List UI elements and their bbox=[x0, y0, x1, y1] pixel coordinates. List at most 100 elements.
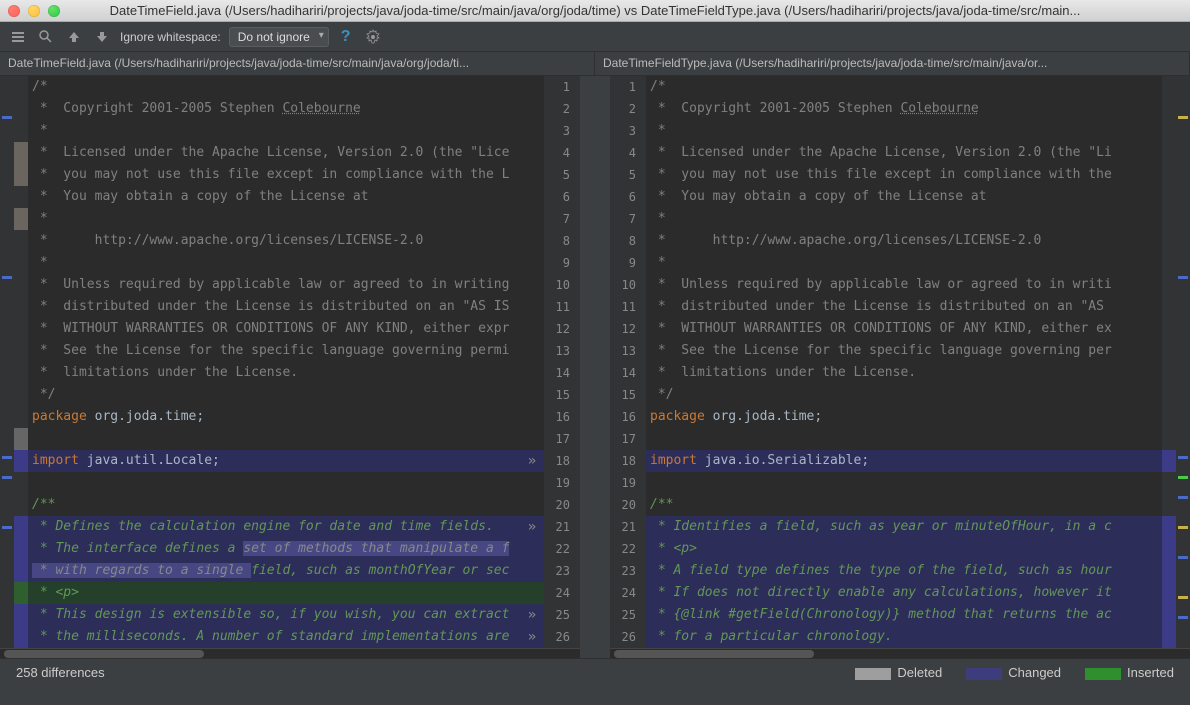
code-line[interactable]: /** bbox=[28, 494, 544, 516]
code-line[interactable]: * The interface defines a set of methods… bbox=[28, 538, 544, 560]
left-hscroll[interactable] bbox=[0, 648, 580, 658]
overview-mark[interactable] bbox=[2, 526, 12, 529]
code-line[interactable]: * This design is extensible so, if you w… bbox=[28, 604, 544, 626]
merge-right-arrow[interactable]: » bbox=[522, 451, 542, 471]
code-line[interactable]: * bbox=[646, 208, 1162, 230]
close-window-button[interactable] bbox=[8, 5, 20, 17]
settings-button[interactable] bbox=[363, 27, 383, 47]
code-line[interactable]: * Licensed under the Apache License, Ver… bbox=[28, 142, 544, 164]
code-line[interactable]: * Licensed under the Apache License, Ver… bbox=[646, 142, 1162, 164]
scrollbar-thumb[interactable] bbox=[614, 650, 814, 658]
inserted-swatch bbox=[1085, 668, 1121, 680]
line-number: 8 bbox=[544, 230, 574, 252]
left-editor[interactable]: /* * Copyright 2001-2005 Stephen Colebou… bbox=[28, 76, 544, 648]
overview-mark[interactable] bbox=[1178, 526, 1188, 529]
code-line[interactable]: * http://www.apache.org/licenses/LICENSE… bbox=[28, 230, 544, 252]
zoom-window-button[interactable] bbox=[48, 5, 60, 17]
gutter-mark bbox=[14, 208, 28, 230]
code-line[interactable]: * limitations under the License. bbox=[646, 362, 1162, 384]
code-line[interactable]: * you may not use this file except in co… bbox=[646, 164, 1162, 186]
overview-mark[interactable] bbox=[2, 276, 12, 279]
line-number: 19 bbox=[610, 472, 640, 494]
overview-mark[interactable] bbox=[1178, 496, 1188, 499]
code-line[interactable]: * You may obtain a copy of the License a… bbox=[646, 186, 1162, 208]
code-line[interactable]: */ bbox=[646, 384, 1162, 406]
code-line[interactable]: * WITHOUT WARRANTIES OR CONDITIONS OF AN… bbox=[646, 318, 1162, 340]
code-line[interactable]: * limitations under the License. bbox=[28, 362, 544, 384]
code-line[interactable]: */ bbox=[28, 384, 544, 406]
code-line[interactable]: * distributed under the License is distr… bbox=[28, 296, 544, 318]
overview-mark[interactable] bbox=[1178, 616, 1188, 619]
overview-mark[interactable] bbox=[1178, 556, 1188, 559]
code-line[interactable]: * bbox=[646, 120, 1162, 142]
collapse-all-button[interactable] bbox=[8, 27, 28, 47]
left-marker-gutter[interactable] bbox=[0, 76, 14, 648]
gutter-mark bbox=[1162, 384, 1176, 406]
code-line[interactable]: package org.joda.time; bbox=[646, 406, 1162, 428]
legend-changed: Changed bbox=[966, 665, 1061, 680]
overview-mark[interactable] bbox=[2, 116, 12, 119]
overview-mark[interactable] bbox=[2, 476, 12, 479]
code-line[interactable]: package org.joda.time; bbox=[28, 406, 544, 428]
code-line[interactable]: * {@link #getField(Chronology)} method t… bbox=[646, 604, 1162, 626]
deleted-swatch bbox=[855, 668, 891, 680]
gutter-mark bbox=[1162, 142, 1176, 164]
merge-right-arrow[interactable]: » bbox=[522, 627, 542, 647]
code-line[interactable]: * See the License for the specific langu… bbox=[28, 340, 544, 362]
code-line[interactable]: * You may obtain a copy of the License a… bbox=[28, 186, 544, 208]
code-line[interactable]: * bbox=[28, 120, 544, 142]
code-line[interactable]: * for a particular chronology. bbox=[646, 626, 1162, 648]
find-button[interactable] bbox=[36, 27, 56, 47]
code-line[interactable]: * See the License for the specific langu… bbox=[646, 340, 1162, 362]
line-number: 12 bbox=[544, 318, 574, 340]
code-line[interactable]: import java.util.Locale; bbox=[28, 450, 544, 472]
code-line[interactable]: * Unless required by applicable law or a… bbox=[28, 274, 544, 296]
overview-mark[interactable] bbox=[2, 456, 12, 459]
scrollbar-thumb[interactable] bbox=[4, 650, 204, 658]
right-hscroll[interactable] bbox=[610, 648, 1190, 658]
code-line[interactable]: * http://www.apache.org/licenses/LICENSE… bbox=[646, 230, 1162, 252]
right-marker-gutter[interactable] bbox=[1176, 76, 1190, 648]
code-line[interactable]: * Unless required by applicable law or a… bbox=[646, 274, 1162, 296]
code-line[interactable]: /* bbox=[28, 76, 544, 98]
code-line[interactable]: import java.io.Serializable; bbox=[646, 450, 1162, 472]
code-line[interactable]: * Identifies a field, such as year or mi… bbox=[646, 516, 1162, 538]
code-line[interactable] bbox=[646, 472, 1162, 494]
code-line[interactable]: * the milliseconds. A number of standard… bbox=[28, 626, 544, 648]
right-editor[interactable]: /* * Copyright 2001-2005 Stephen Colebou… bbox=[646, 76, 1162, 648]
prev-diff-button[interactable] bbox=[64, 27, 84, 47]
minimize-window-button[interactable] bbox=[28, 5, 40, 17]
overview-mark[interactable] bbox=[1178, 456, 1188, 459]
code-line[interactable]: * If does not directly enable any calcul… bbox=[646, 582, 1162, 604]
code-line[interactable]: /** bbox=[646, 494, 1162, 516]
code-line[interactable]: * bbox=[28, 208, 544, 230]
merge-right-arrow[interactable]: » bbox=[522, 605, 542, 625]
gutter-mark bbox=[1162, 340, 1176, 362]
code-line[interactable]: * you may not use this file except in co… bbox=[28, 164, 544, 186]
line-number: 3 bbox=[610, 120, 640, 142]
code-line[interactable]: * A field type defines the type of the f… bbox=[646, 560, 1162, 582]
code-line[interactable]: * WITHOUT WARRANTIES OR CONDITIONS OF AN… bbox=[28, 318, 544, 340]
overview-mark[interactable] bbox=[1178, 276, 1188, 279]
code-line[interactable]: * Defines the calculation engine for dat… bbox=[28, 516, 544, 538]
next-diff-button[interactable] bbox=[92, 27, 112, 47]
code-line[interactable]: * <p> bbox=[28, 582, 544, 604]
code-line[interactable] bbox=[28, 472, 544, 494]
overview-mark[interactable] bbox=[1178, 596, 1188, 599]
code-line[interactable]: * with regards to a single field, such a… bbox=[28, 560, 544, 582]
code-line[interactable]: * bbox=[28, 252, 544, 274]
ignore-whitespace-dropdown[interactable]: Do not ignore bbox=[229, 27, 329, 47]
code-line[interactable]: * <p> bbox=[646, 538, 1162, 560]
code-line[interactable]: * Copyright 2001-2005 Stephen Colebourne bbox=[28, 98, 544, 120]
code-line[interactable] bbox=[28, 428, 544, 450]
window-title: DateTimeField.java (/Users/hadihariri/pr… bbox=[0, 3, 1190, 18]
merge-right-arrow[interactable]: » bbox=[522, 517, 542, 537]
overview-mark[interactable] bbox=[1178, 476, 1188, 479]
code-line[interactable]: * bbox=[646, 252, 1162, 274]
code-line[interactable]: * distributed under the License is distr… bbox=[646, 296, 1162, 318]
code-line[interactable] bbox=[646, 428, 1162, 450]
code-line[interactable]: /* bbox=[646, 76, 1162, 98]
overview-mark[interactable] bbox=[1178, 116, 1188, 119]
help-button[interactable]: ? bbox=[337, 28, 355, 46]
code-line[interactable]: * Copyright 2001-2005 Stephen Colebourne bbox=[646, 98, 1162, 120]
